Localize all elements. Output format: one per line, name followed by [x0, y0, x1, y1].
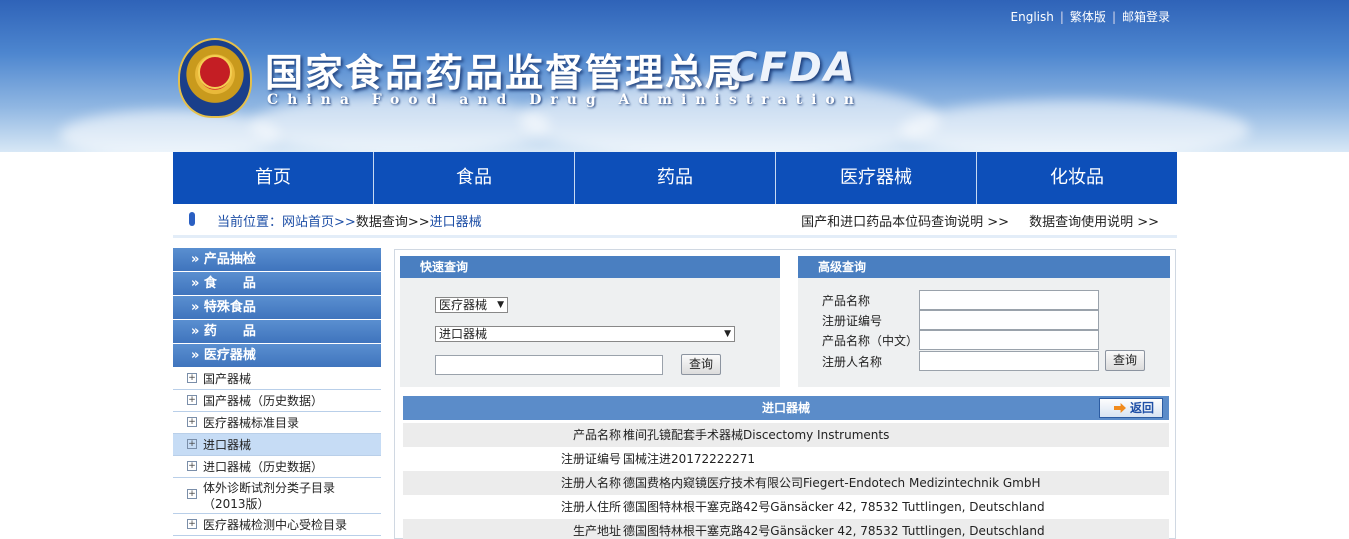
detail-key: 注册证编号: [560, 452, 621, 466]
sidebar-section-special-food[interactable]: » 特殊食品: [173, 296, 381, 320]
english-link[interactable]: English: [1011, 10, 1054, 24]
traditional-chinese-link[interactable]: 繁体版: [1070, 10, 1106, 24]
sidebar-item-imported-devices-history[interactable]: + 进口器械（历史数据）: [173, 456, 381, 478]
expand-icon: +: [187, 373, 197, 383]
advanced-search-title: 高级查询: [798, 256, 1170, 278]
expand-icon: +: [187, 439, 197, 449]
quick-search-title: 快速查询: [400, 256, 780, 278]
sidebar-item-domestic-devices[interactable]: + 国产器械: [173, 368, 381, 390]
detail-header: 进口器械 返回: [403, 396, 1169, 420]
sidebar: » 产品抽检 » 食 品 » 特殊食品 » 药 品 » 医疗器械 + 国产器械 +…: [173, 248, 381, 539]
detail-key: 注册人名称: [560, 476, 621, 490]
detail-key: 产品名称: [572, 428, 621, 442]
help-links: 国产和进口药品本位码查询说明 >> 数据查询使用说明 >>: [781, 211, 1159, 230]
expand-icon: +: [187, 395, 197, 405]
product-name-input[interactable]: [919, 290, 1099, 310]
sidebar-item-label: 医疗器械标准目录: [203, 416, 300, 430]
category-select-value: 医疗器械: [439, 298, 488, 312]
detail-key: 注册人住所: [560, 500, 621, 514]
subcategory-select-value: 进口器械: [439, 327, 488, 341]
product-name-label: 产品名称: [822, 294, 871, 308]
breadcrumb-bar: 当前位置：网站首页>>数据查询>>进口器械 国产和进口药品本位码查询说明 >> 数…: [173, 204, 1177, 238]
sidebar-section-drugs[interactable]: » 药 品: [173, 320, 381, 344]
sidebar-item-label: 国产器械: [203, 372, 252, 386]
detail-title: 进口器械: [761, 401, 810, 415]
sidebar-item-domestic-devices-history[interactable]: + 国产器械（历史数据）: [173, 390, 381, 412]
breadcrumb-prefix: 当前位置：: [217, 215, 283, 230]
quick-search-panel: 医疗器械 ▼ 进口器械 ▼ 查询: [400, 278, 780, 387]
sidebar-item-label: 国产器械（历史数据）: [203, 394, 324, 408]
query-usage-help-link[interactable]: 数据查询使用说明 >>: [1029, 215, 1159, 230]
quick-search-button[interactable]: 查询: [681, 354, 721, 375]
registrant-name-input[interactable]: [919, 351, 1099, 371]
detail-value: 德国图特林根干塞克路42号Gänsäcker 42, 78532 Tuttlin…: [623, 500, 1045, 514]
nav-medical-devices[interactable]: 医疗器械: [776, 152, 977, 204]
emblem-center-icon: [198, 55, 232, 89]
sidebar-section-product-sampling[interactable]: » 产品抽检: [173, 248, 381, 272]
category-select[interactable]: 医疗器械 ▼: [435, 297, 508, 313]
detail-row: 注册人住所 德国图特林根干塞克路42号Gänsäcker 42, 78532 Tu…: [403, 495, 1169, 519]
sidebar-item-imported-devices[interactable]: + 进口器械: [173, 434, 381, 456]
back-label: 返回: [1129, 401, 1154, 415]
sidebar-section-food[interactable]: » 食 品: [173, 272, 381, 296]
product-name-cn-input[interactable]: [919, 330, 1099, 350]
dropdown-arrow-icon: ▼: [724, 329, 731, 339]
nav-food[interactable]: 食品: [374, 152, 575, 204]
breadcrumb: 当前位置：网站首页>>数据查询>>进口器械: [217, 211, 482, 230]
sidebar-item-label: 体外诊断试剂分类子目录（2013版）: [203, 481, 336, 511]
detail-row: 产品名称 椎间孔镜配套手术器械Discectomy Instruments: [403, 423, 1169, 447]
registrant-name-label: 注册人名称: [822, 355, 883, 369]
cfda-logo: CFDA: [728, 45, 857, 91]
sidebar-item-label: 医疗器械检测中心受检目录: [203, 518, 348, 532]
site-header: English | 繁体版 | 邮箱登录 国家食品药品监督管理总局 China Food…: [0, 0, 1349, 152]
sidebar-section-medical-devices[interactable]: » 医疗器械: [173, 344, 381, 368]
detail-row: 注册证编号 国械注进20172222271: [403, 447, 1169, 471]
site-title: 国家食品药品监督管理总局: [265, 50, 746, 95]
detail-key: 生产地址: [572, 524, 621, 538]
detail-row: 注册人名称 德国费格内窥镜医疗技术有限公司Fiegert-Endotech Med…: [403, 471, 1169, 495]
arrow-right-icon: [1113, 403, 1126, 413]
breadcrumb-home[interactable]: 网站首页>>: [282, 215, 356, 230]
sidebar-item-label: 进口器械（历史数据）: [203, 460, 324, 474]
sidebar-item-device-standards[interactable]: + 医疗器械标准目录: [173, 412, 381, 434]
registration-number-input[interactable]: [919, 310, 1099, 330]
location-pin-icon: [189, 212, 195, 226]
advanced-search-button[interactable]: 查询: [1105, 350, 1145, 371]
expand-icon: +: [187, 489, 197, 499]
sidebar-item-testing-center-catalog[interactable]: + 医疗器械检测中心受检目录: [173, 514, 381, 536]
subcategory-select[interactable]: 进口器械 ▼: [435, 326, 735, 342]
nav-home[interactable]: 首页: [173, 152, 374, 204]
nav-cosmetics[interactable]: 化妆品: [977, 152, 1177, 204]
detail-value: 国械注进20172222271: [623, 452, 755, 466]
advanced-search-panel: 产品名称 注册证编号 产品名称（中文） 注册人名称 查询: [798, 278, 1170, 387]
back-button[interactable]: 返回: [1099, 398, 1163, 418]
expand-icon: +: [187, 417, 197, 427]
product-name-cn-label: 产品名称（中文）: [822, 334, 919, 348]
detail-value: 德国图特林根干塞克路42号Gänsäcker 42, 78532 Tuttlin…: [623, 524, 1045, 538]
detail-row: 生产地址 德国图特林根干塞克路42号Gänsäcker 42, 78532 Tut…: [403, 519, 1169, 539]
keyword-input[interactable]: [435, 355, 663, 375]
cloud-decoration: [60, 110, 280, 152]
expand-icon: +: [187, 519, 197, 529]
breadcrumb-current[interactable]: 进口器械: [430, 215, 482, 230]
expand-icon: +: [187, 461, 197, 471]
breadcrumb-query[interactable]: 数据查询>>: [356, 215, 430, 230]
main-nav: 首页 食品 药品 医疗器械 化妆品: [173, 152, 1177, 204]
main-panel: 快速查询 医疗器械 ▼ 进口器械 ▼ 查询 高级查询 产品名称 注册证编号 产品名称…: [394, 249, 1176, 539]
registration-number-label: 注册证编号: [822, 314, 883, 328]
drug-code-help-link[interactable]: 国产和进口药品本位码查询说明 >>: [801, 215, 1009, 230]
detail-value: 椎间孔镜配套手术器械Discectomy Instruments: [623, 428, 890, 442]
top-links: English | 繁体版 | 邮箱登录: [1010, 10, 1170, 24]
dropdown-arrow-icon: ▼: [497, 300, 504, 310]
detail-value: 德国费格内窥镜医疗技术有限公司Fiegert-Endotech Medizint…: [623, 476, 1041, 490]
cloud-decoration: [900, 100, 1250, 152]
mail-login-link[interactable]: 邮箱登录: [1122, 10, 1170, 24]
site-title-english: China Food and Drug Administration: [267, 92, 863, 108]
nav-drugs[interactable]: 药品: [575, 152, 776, 204]
sidebar-item-label: 进口器械: [203, 438, 252, 452]
sidebar-item-ivd-catalog[interactable]: + 体外诊断试剂分类子目录（2013版）: [173, 478, 381, 514]
